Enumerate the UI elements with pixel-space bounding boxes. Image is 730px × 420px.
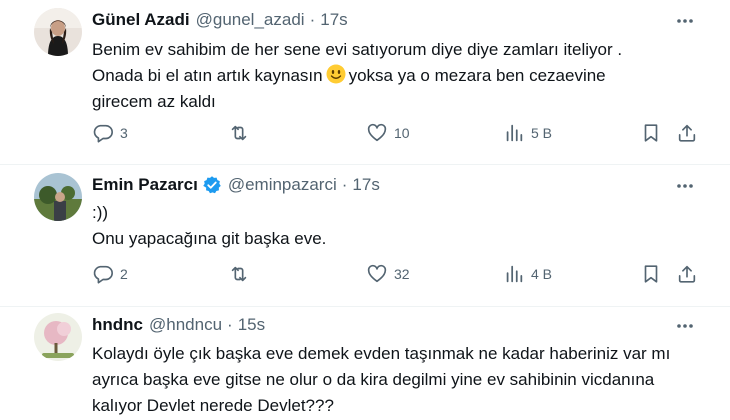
tweet-2[interactable]: Emin Pazarcı @eminpazarci · 17s :)) Onu … — [0, 165, 730, 308]
avatar[interactable] — [34, 8, 82, 56]
separator-dot: · — [309, 10, 316, 29]
action-bar: 3 10 5 B — [92, 122, 712, 146]
author-handle[interactable]: @hndncu — [149, 315, 222, 335]
share-button[interactable] — [676, 122, 698, 144]
tweet-text-line: Onada bi el atın artık kaynasın yoksa ya … — [92, 63, 702, 89]
tweet-header: Günel Azadi @gunel_azadi · 17s — [92, 10, 348, 30]
views-icon — [506, 265, 523, 283]
timestamp[interactable]: 15s — [238, 315, 265, 335]
retweet-button[interactable] — [228, 263, 256, 285]
timestamp[interactable]: 17s — [352, 175, 379, 195]
reply-button[interactable]: 3 — [92, 122, 128, 144]
verified-badge-icon — [202, 175, 222, 195]
tweet-text-segment: yoksa ya o mezara ben cezaevine — [348, 66, 606, 85]
tweet-text-line: :)) — [92, 203, 109, 222]
more-icon[interactable] — [674, 10, 696, 32]
like-icon — [367, 264, 387, 283]
separator-dot: · — [227, 315, 233, 334]
views-button[interactable]: 4 B — [503, 263, 552, 285]
author-name[interactable]: Günel Azadi — [92, 10, 190, 30]
like-button[interactable]: 32 — [366, 263, 410, 285]
retweet-icon — [231, 125, 247, 141]
author-handle[interactable]: @gunel_azadi — [196, 10, 305, 30]
view-count: 5 B — [531, 125, 553, 141]
tweet-text-line: kalıyor Devlet nerede Devlet??? — [92, 396, 334, 415]
timestamp[interactable]: 17s — [320, 10, 347, 30]
tweet-header: hndnc @hndncu · 15s — [92, 315, 265, 335]
separator-dot: · — [341, 175, 348, 194]
views-button[interactable]: 5 B — [503, 122, 552, 144]
like-icon — [367, 123, 387, 142]
reply-count: 2 — [120, 266, 128, 282]
author-name[interactable]: hndnc — [92, 315, 143, 335]
like-button[interactable]: 10 — [366, 122, 410, 144]
smiling-face-emoji — [326, 64, 346, 84]
tweet-text: Benim ev sahibim de her sene evi satıyor… — [92, 37, 702, 115]
author-name[interactable]: Emin Pazarcı — [92, 175, 198, 195]
avatar[interactable] — [34, 313, 82, 361]
tweet-text-line: Kolaydı öyle çık başka eve demek evden t… — [92, 344, 671, 363]
reply-button[interactable]: 2 — [92, 263, 128, 285]
tweet-text-line: Onu yapacağına git başka eve. — [92, 229, 327, 248]
avatar[interactable] — [34, 173, 82, 221]
bookmark-button[interactable] — [640, 122, 662, 144]
retweet-icon — [231, 266, 247, 282]
tweet-text-line: girecem az kaldı — [92, 92, 216, 111]
tweet-text-line: ayrıca başka eve gitse ne olur o da kira… — [92, 370, 655, 389]
tweet-1[interactable]: Günel Azadi @gunel_azadi · 17s Benim ev … — [0, 0, 730, 163]
bookmark-icon — [644, 124, 658, 142]
reply-icon — [93, 265, 113, 284]
retweet-button[interactable] — [228, 122, 256, 144]
action-bar: 2 32 4 B — [92, 263, 712, 287]
like-count: 32 — [394, 266, 410, 282]
share-icon — [678, 265, 696, 283]
more-icon[interactable] — [674, 175, 696, 197]
bookmark-button[interactable] — [640, 263, 662, 285]
bookmark-icon — [644, 265, 658, 283]
tweet-text-segment: Onada bi el atın artık kaynasın — [92, 66, 323, 85]
tweet-header: Emin Pazarcı @eminpazarci · 17s — [92, 175, 380, 195]
like-count: 10 — [394, 125, 410, 141]
share-icon — [678, 124, 696, 142]
views-icon — [506, 124, 523, 142]
view-count: 4 B — [531, 266, 553, 282]
tweet-text-line: Benim ev sahibim de her sene evi satıyor… — [92, 40, 623, 59]
more-icon[interactable] — [674, 315, 696, 337]
author-handle[interactable]: @eminpazarci — [228, 175, 337, 195]
reply-count: 3 — [120, 125, 128, 141]
share-button[interactable] — [676, 263, 698, 285]
tweet-text: Kolaydı öyle çık başka eve demek evden t… — [92, 341, 702, 419]
reply-icon — [93, 124, 113, 143]
tweet-text: :)) Onu yapacağına git başka eve. — [92, 200, 702, 252]
tweet-3[interactable]: hndnc @hndncu · 15s Kolaydı öyle çık baş… — [0, 307, 730, 420]
